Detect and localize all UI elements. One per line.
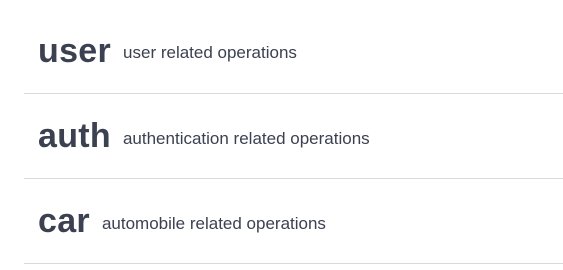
tag-group-car[interactable]: car automobile related operations [24,179,563,264]
tag-name: user [38,31,112,70]
tag-group-auth[interactable]: auth authentication related operations [24,94,563,179]
tag-description: automobile related operations [101,213,326,233]
tag-group-user[interactable]: user user related operations [24,8,563,94]
tag-description: authentication related operations [122,128,370,148]
tag-name: car [38,202,90,240]
operations-tag-list: user user related operations auth authen… [0,0,563,270]
tag-description: user related operations [123,43,297,62]
tag-name: auth [38,117,111,155]
